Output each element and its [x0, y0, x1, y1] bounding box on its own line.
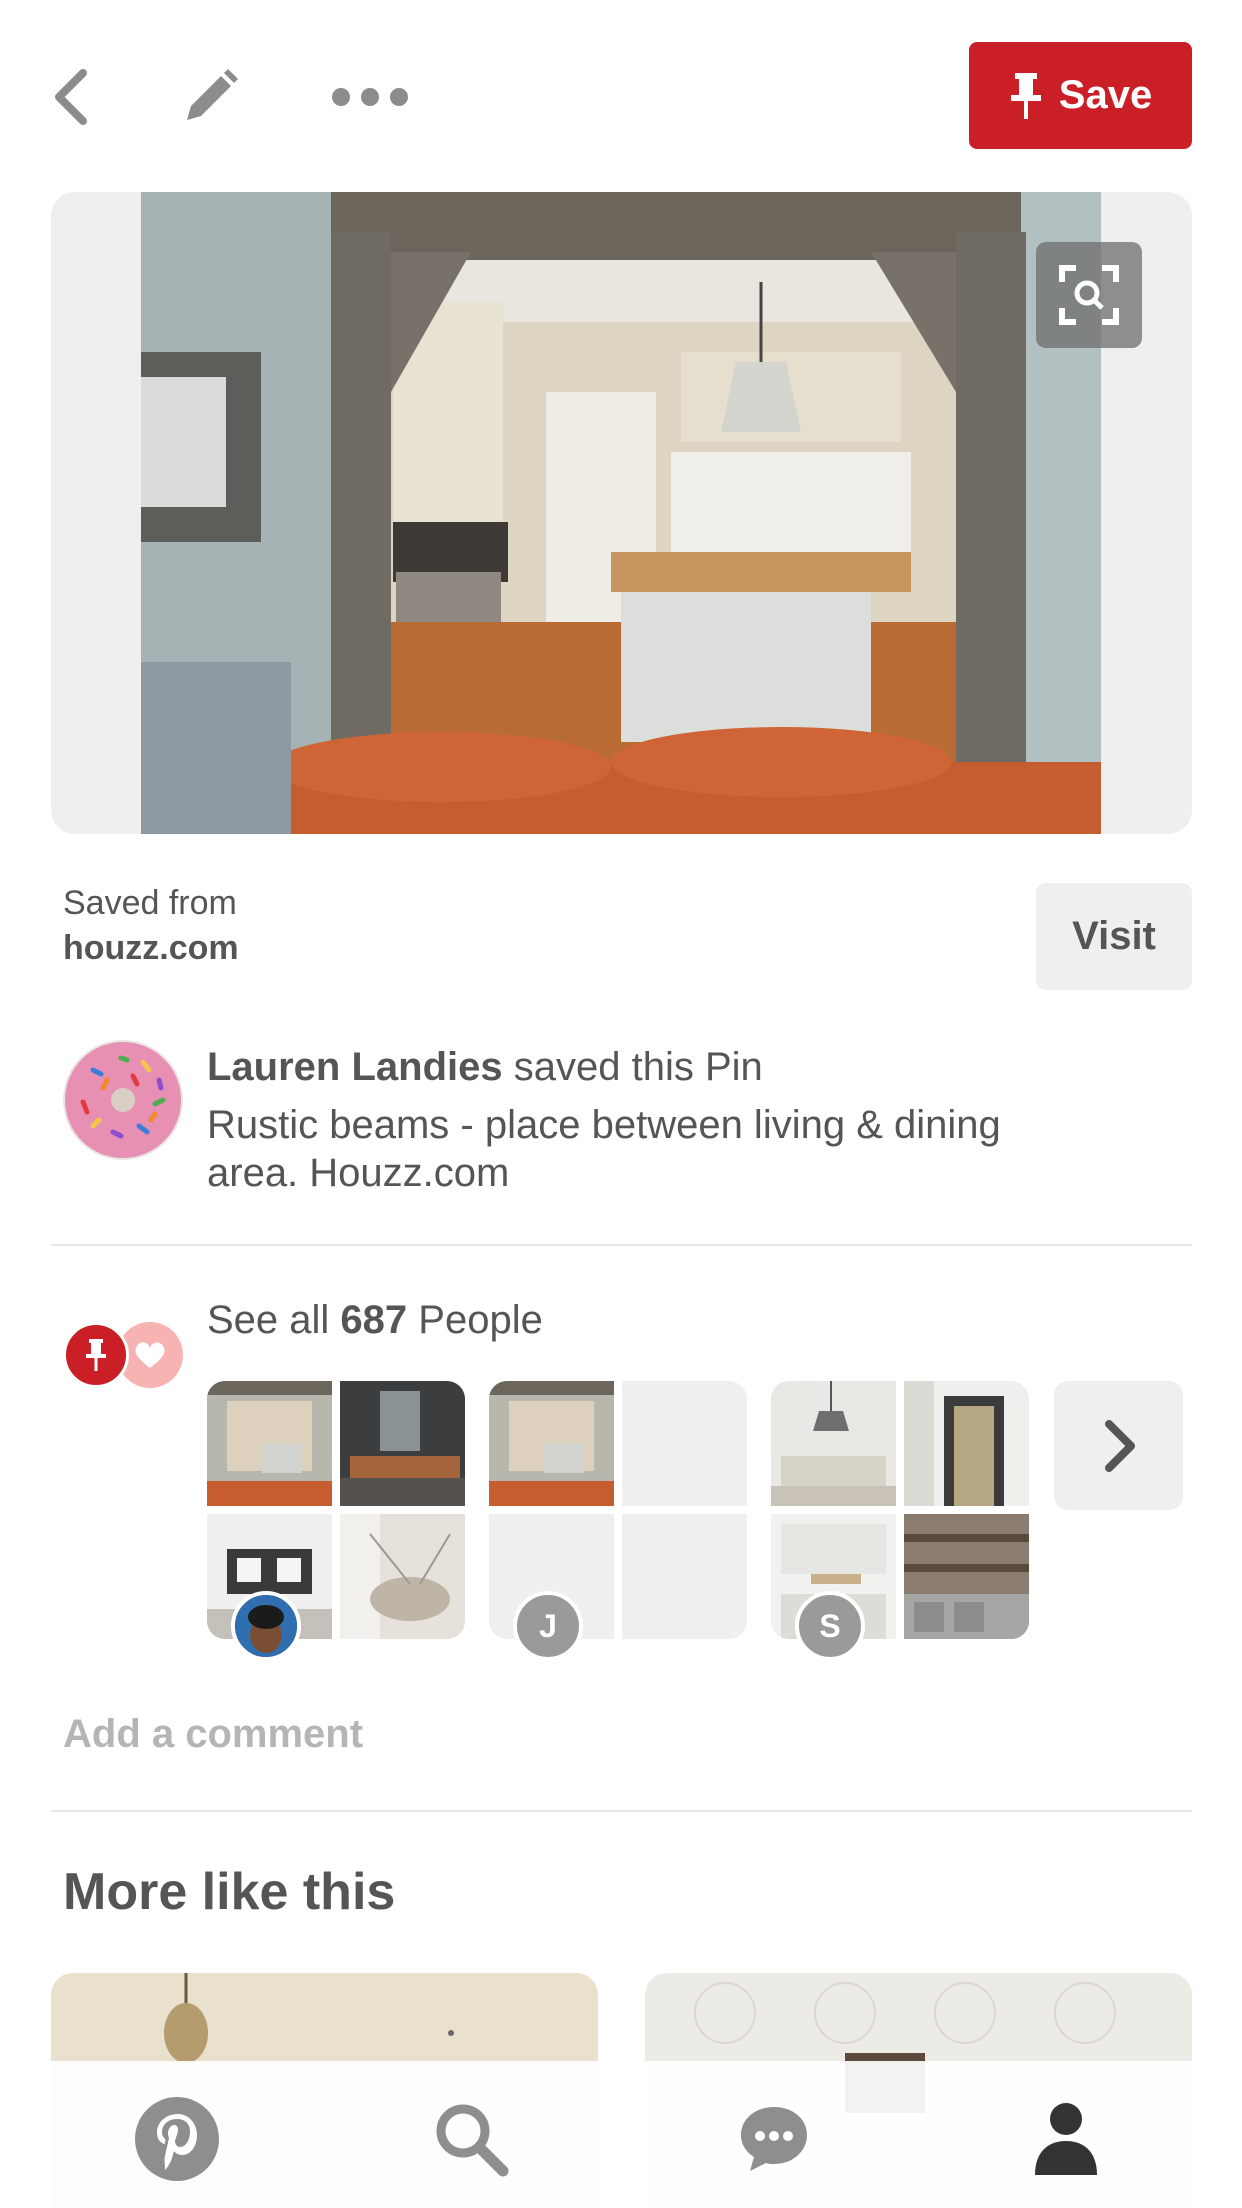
tab-messages[interactable] — [724, 2089, 824, 2189]
top-bar: Save — [0, 0, 1242, 190]
more-like-this-heading: More like this — [63, 1863, 396, 1921]
avatar[interactable] — [231, 1591, 301, 1661]
board-thumbnail — [207, 1381, 332, 1506]
back-button[interactable] — [40, 60, 102, 134]
divider — [51, 1810, 1192, 1812]
visual-search-button[interactable] — [1036, 242, 1142, 348]
board-thumbnail — [340, 1514, 465, 1639]
visit-button[interactable]: Visit — [1036, 883, 1192, 990]
saver-action: saved this Pin — [502, 1045, 763, 1089]
board-thumbnail — [489, 1381, 614, 1506]
sprinkle-donut-avatar-image — [63, 1040, 183, 1160]
avatar[interactable] — [63, 1040, 183, 1160]
tab-profile[interactable] — [1016, 2089, 1116, 2189]
edit-button[interactable] — [175, 60, 245, 134]
pin-image[interactable] — [141, 192, 1101, 834]
more-options-button[interactable] — [325, 60, 415, 134]
tab-home[interactable] — [127, 2089, 227, 2189]
avatar[interactable]: S — [795, 1591, 865, 1661]
save-label: Save — [1058, 73, 1153, 117]
boards-next-button[interactable] — [1054, 1381, 1183, 1510]
board-thumbnail — [904, 1381, 1029, 1506]
saver-name[interactable]: Lauren Landies — [207, 1045, 503, 1089]
source-label: Saved from — [63, 884, 237, 922]
see-all-prefix: See all — [207, 1298, 341, 1342]
board-thumbnail-empty — [622, 1514, 747, 1639]
board-thumbnail-empty — [622, 1381, 747, 1506]
pushpin-icon — [63, 1322, 129, 1388]
people-count: 687 — [340, 1298, 408, 1342]
profile-icon — [1035, 2103, 1097, 2175]
saved-boards-row: J S — [207, 1381, 1207, 1661]
add-comment-input[interactable]: Add a comment — [63, 1712, 363, 1757]
search-icon — [436, 2104, 509, 2177]
bottom-tab-bar — [0, 2061, 1242, 2208]
divider — [51, 1244, 1192, 1246]
save-button[interactable]: Save — [969, 42, 1192, 149]
chat-bubble-icon — [741, 2107, 807, 2171]
source-domain[interactable]: houzz.com — [63, 929, 239, 968]
pushpin-icon — [1010, 72, 1041, 119]
board-thumbnail — [771, 1381, 896, 1506]
chevron-left-icon — [55, 69, 87, 125]
board-thumbnail — [340, 1381, 465, 1506]
pin-description: Rustic beams - place between living & di… — [207, 1103, 1001, 1195]
ellipsis-icon — [332, 88, 408, 106]
pinterest-logo-icon — [135, 2097, 219, 2181]
board-thumbnail — [904, 1514, 1029, 1639]
tab-search[interactable] — [421, 2089, 521, 2189]
see-all-people-link[interactable]: See all 687 People — [207, 1298, 543, 1343]
activity-icons — [63, 1322, 185, 1388]
pin-source: Saved from houzz.com — [63, 884, 239, 968]
pencil-icon — [187, 69, 238, 120]
avatar[interactable]: J — [513, 1591, 583, 1661]
chevron-right-icon — [1104, 1419, 1135, 1472]
visual-search-icon — [1059, 265, 1119, 325]
saver-info: Lauren Landies saved this Pin Rustic bea… — [207, 1043, 1007, 1197]
pin-image-container[interactable] — [51, 192, 1192, 834]
see-all-suffix: People — [407, 1298, 543, 1342]
